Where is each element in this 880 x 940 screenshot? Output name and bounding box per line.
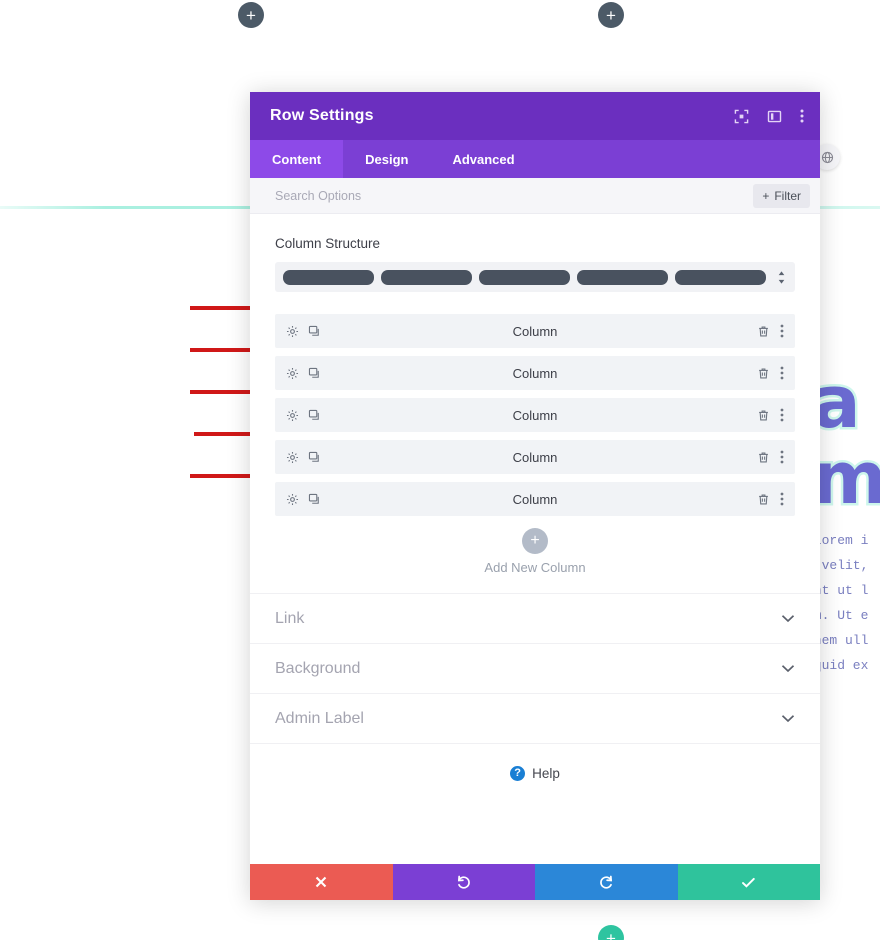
gear-icon[interactable] — [286, 493, 299, 506]
cancel-button[interactable] — [250, 864, 393, 900]
tab-design[interactable]: Design — [343, 140, 430, 178]
duplicate-icon[interactable] — [308, 451, 321, 464]
column-row-left-icons — [286, 325, 321, 338]
trash-icon[interactable] — [757, 493, 770, 506]
split-view-icon[interactable] — [767, 109, 782, 124]
column-row[interactable]: Column — [275, 440, 795, 474]
column-row-left-icons — [286, 451, 321, 464]
column-list: Column Column Column Column Column — [275, 314, 795, 516]
plus-icon: + — [762, 188, 770, 203]
accordion-sections: Link Background Admin Label — [250, 593, 820, 744]
column-structure-bar — [675, 269, 766, 285]
add-section-bottom-button[interactable]: + — [598, 925, 624, 940]
modal-body: Column Structure Column Column Column Co… — [250, 214, 820, 864]
help-link[interactable]: ? Help — [250, 744, 820, 802]
plus-icon: + — [606, 928, 616, 940]
column-row-label: Column — [512, 365, 558, 381]
column-row-label: Column — [512, 449, 558, 465]
trash-icon[interactable] — [757, 451, 770, 464]
column-row[interactable]: Column — [275, 398, 795, 432]
tab-content[interactable]: Content — [250, 140, 344, 178]
more-options-icon[interactable] — [800, 108, 804, 124]
column-structure-label: Column Structure — [275, 236, 381, 251]
column-row-label: Column — [512, 407, 558, 423]
accordion-label: Link — [275, 609, 305, 627]
accordion-background[interactable]: Background — [250, 644, 820, 694]
column-more-options-icon[interactable] — [780, 492, 784, 506]
accordion-admin-label[interactable]: Admin Label — [250, 694, 820, 744]
column-row[interactable]: Column — [275, 314, 795, 348]
search-input[interactable] — [275, 188, 754, 203]
trash-icon[interactable] — [757, 367, 770, 380]
column-row-left-icons — [286, 367, 321, 380]
gear-icon[interactable] — [286, 409, 299, 422]
duplicate-icon[interactable] — [308, 493, 321, 506]
column-more-options-icon[interactable] — [780, 408, 784, 422]
question-mark-icon: ? — [510, 765, 526, 781]
filter-button[interactable]: + Filter — [753, 183, 810, 208]
gear-icon[interactable] — [286, 367, 299, 380]
focus-icon[interactable] — [734, 109, 749, 124]
plus-icon: + — [522, 528, 548, 554]
chevron-down-icon — [781, 614, 795, 623]
duplicate-icon[interactable] — [308, 409, 321, 422]
accordion-label: Background — [275, 659, 361, 677]
tab-advanced[interactable]: Advanced — [430, 140, 536, 178]
background-big-letter-m: m — [809, 434, 880, 523]
column-more-options-icon[interactable] — [780, 366, 784, 380]
column-more-options-icon[interactable] — [780, 324, 784, 338]
row-settings-modal: Row Settings Content Design Advanced Sea… — [250, 92, 820, 900]
add-new-column-button[interactable]: + Add New Column — [275, 528, 795, 593]
column-row-left-icons — [286, 493, 321, 506]
modal-title-actions — [734, 108, 804, 124]
gear-icon[interactable] — [286, 325, 299, 338]
search-bar: + Filter — [250, 178, 820, 214]
modal-tabs: Content Design Advanced — [250, 140, 820, 178]
column-structure-select[interactable] — [275, 262, 795, 292]
column-structure-bar — [283, 269, 374, 285]
plus-icon: + — [606, 5, 616, 25]
column-structure-bar — [479, 269, 570, 285]
column-structure-bar — [577, 269, 668, 285]
column-row-right-icons — [757, 450, 784, 464]
screenshot-root: + + + a m olorem i velit, unt ut l em. U… — [0, 0, 880, 940]
column-more-options-icon[interactable] — [780, 450, 784, 464]
chevron-down-icon — [781, 664, 795, 673]
modal-titlebar: Row Settings — [250, 92, 820, 140]
column-structure-section: Column Structure Column Column Column Co… — [250, 214, 820, 593]
redo-button[interactable] — [535, 864, 678, 900]
undo-button[interactable] — [392, 864, 535, 900]
add-new-column-label: Add New Column — [484, 560, 586, 575]
column-structure-bar — [381, 269, 472, 285]
accordion-link[interactable]: Link — [250, 594, 820, 644]
filter-label: Filter — [774, 188, 801, 203]
accordion-label: Admin Label — [275, 709, 364, 727]
column-row-right-icons — [757, 408, 784, 422]
plus-icon: + — [246, 5, 256, 25]
column-row-left-icons — [286, 409, 321, 422]
column-row[interactable]: Column — [275, 356, 795, 390]
duplicate-icon[interactable] — [308, 367, 321, 380]
column-row-right-icons — [757, 324, 784, 338]
modal-title: Row Settings — [270, 107, 374, 124]
column-row-label: Column — [512, 491, 558, 507]
help-label: Help — [532, 765, 560, 781]
column-row-right-icons — [757, 492, 784, 506]
spinner-updown-icon[interactable] — [773, 270, 789, 285]
save-button[interactable] — [677, 864, 820, 900]
trash-icon[interactable] — [757, 409, 770, 422]
modal-footer — [250, 864, 820, 900]
column-row-label: Column — [512, 323, 558, 339]
duplicate-icon[interactable] — [308, 325, 321, 338]
chevron-down-icon — [781, 714, 795, 723]
add-section-top-right-button[interactable]: + — [598, 2, 624, 28]
gear-icon[interactable] — [286, 451, 299, 464]
trash-icon[interactable] — [757, 325, 770, 338]
column-row[interactable]: Column — [275, 482, 795, 516]
add-section-top-left-button[interactable]: + — [238, 2, 264, 28]
column-row-right-icons — [757, 366, 784, 380]
